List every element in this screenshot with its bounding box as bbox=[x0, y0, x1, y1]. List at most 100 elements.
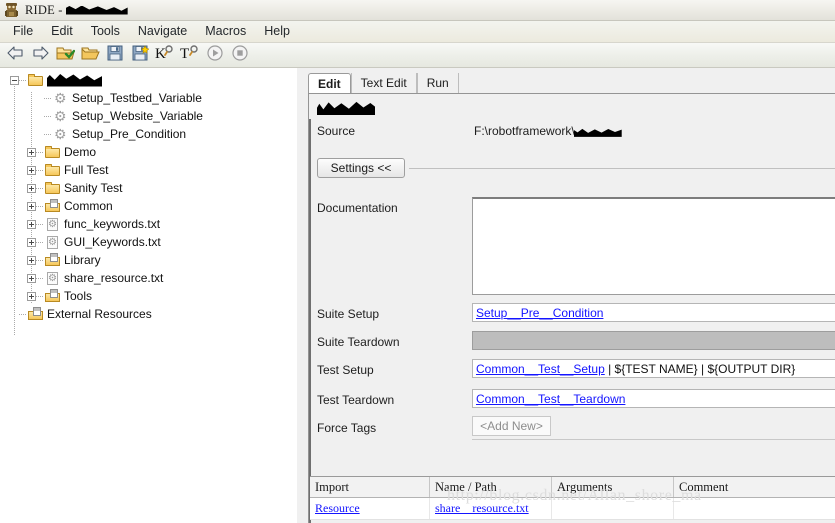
search-tests-icon: T bbox=[180, 44, 200, 66]
tree-item-setup-website-variable[interactable]: Setup_Website_Variable bbox=[0, 107, 297, 125]
settings-toggle-label: Settings << bbox=[330, 161, 392, 175]
redacted-suite-heading bbox=[317, 101, 375, 115]
play-icon bbox=[207, 44, 223, 66]
menu-edit[interactable]: Edit bbox=[42, 22, 82, 41]
expand-toggle-icon[interactable] bbox=[27, 147, 36, 157]
toolbar-stop[interactable] bbox=[228, 44, 252, 66]
tree-item-setup-testbed-variable[interactable]: Setup_Testbed_Variable bbox=[0, 89, 297, 107]
tree-root-suite[interactable] bbox=[0, 71, 297, 89]
settings-toggle-button[interactable]: Settings << bbox=[317, 158, 405, 178]
toolbar-run[interactable] bbox=[203, 44, 227, 66]
suite-setup-input[interactable]: Setup__Pre__Condition bbox=[472, 303, 835, 322]
tab-run[interactable]: Run bbox=[416, 73, 459, 93]
resource-folder-icon bbox=[45, 288, 61, 304]
menu-help[interactable]: Help bbox=[255, 22, 299, 41]
txt-file-icon bbox=[45, 271, 61, 286]
project-tree-pane[interactable]: Setup_Testbed_Variable Setup_Website_Var… bbox=[0, 68, 297, 523]
tree-item-gui-keywords[interactable]: GUI_Keywords.txt bbox=[0, 233, 297, 251]
suite-setup-label: Suite Setup bbox=[317, 307, 380, 321]
resource-folder-icon bbox=[28, 306, 44, 322]
expand-toggle-icon[interactable] bbox=[27, 273, 36, 283]
toolbar-save-all[interactable] bbox=[128, 44, 152, 66]
svg-text:T: T bbox=[180, 46, 189, 61]
robot-icon bbox=[3, 2, 20, 19]
tree-item-label: Setup_Pre_Condition bbox=[72, 126, 187, 141]
editor-tabs: Edit Text Edit Run bbox=[308, 72, 835, 94]
menu-macros[interactable]: Macros bbox=[196, 22, 255, 41]
tree-connector bbox=[36, 151, 44, 153]
tab-edit[interactable]: Edit bbox=[308, 73, 351, 94]
tree-item-label: Common bbox=[64, 198, 113, 213]
tree-item-demo[interactable]: Demo bbox=[0, 143, 297, 161]
redacted-root-label bbox=[47, 74, 102, 87]
project-tree: Setup_Testbed_Variable Setup_Website_Var… bbox=[0, 68, 297, 323]
gear-icon bbox=[53, 108, 69, 124]
expand-toggle-icon[interactable] bbox=[27, 291, 36, 301]
gear-icon bbox=[53, 90, 69, 106]
tree-item-share-resource[interactable]: share_resource.txt bbox=[0, 269, 297, 287]
toolbar-search-tests[interactable]: T bbox=[178, 44, 202, 66]
tree-connector bbox=[36, 223, 44, 225]
force-tags-add-new-button[interactable]: <Add New> bbox=[472, 416, 551, 436]
toolbar-open-test-suite[interactable] bbox=[53, 44, 77, 66]
toolbar-back[interactable] bbox=[3, 44, 27, 66]
test-teardown-value: Common__Test__Teardown bbox=[476, 391, 626, 406]
test-setup-input[interactable]: Common__Test__Setup | ${TEST NAME} | ${O… bbox=[472, 359, 835, 378]
tree-item-library[interactable]: Library bbox=[0, 251, 297, 269]
toolbar-open-directory[interactable] bbox=[78, 44, 102, 66]
import-type-link[interactable]: Resource bbox=[315, 501, 360, 516]
expand-toggle-icon[interactable] bbox=[27, 255, 36, 265]
folder-icon bbox=[45, 145, 61, 160]
cell-import[interactable]: Resource bbox=[310, 498, 430, 519]
tree-connector bbox=[36, 205, 44, 207]
settings-divider bbox=[409, 168, 835, 169]
tree-item-full-test[interactable]: Full Test bbox=[0, 161, 297, 179]
tree-item-label: GUI_Keywords.txt bbox=[64, 234, 161, 249]
expand-toggle-icon[interactable] bbox=[27, 237, 36, 247]
test-teardown-label: Test Teardown bbox=[317, 393, 395, 407]
menu-tools[interactable]: Tools bbox=[82, 22, 129, 41]
test-teardown-input[interactable]: Common__Test__Teardown bbox=[472, 389, 835, 408]
source-row: Source F:\robotframework\ bbox=[317, 124, 832, 142]
toolbar-search-keywords[interactable]: K bbox=[153, 44, 177, 66]
collapse-toggle-icon[interactable] bbox=[10, 75, 19, 85]
expand-toggle-icon[interactable] bbox=[27, 183, 36, 193]
menu-navigate[interactable]: Navigate bbox=[129, 22, 196, 41]
stop-icon bbox=[232, 44, 248, 66]
redacted-suite-name bbox=[65, 5, 128, 15]
tree-item-label: share_resource.txt bbox=[64, 270, 164, 285]
documentation-label: Documentation bbox=[317, 201, 398, 215]
tree-connector bbox=[36, 241, 44, 243]
tree-item-sanity-test[interactable]: Sanity Test bbox=[0, 179, 297, 197]
folder-icon bbox=[45, 181, 61, 196]
suite-setup-value: Setup__Pre__Condition bbox=[476, 305, 604, 320]
redacted-source-segment bbox=[573, 128, 622, 137]
expand-toggle-icon[interactable] bbox=[27, 201, 36, 211]
toolbar-forward[interactable] bbox=[28, 44, 52, 66]
expand-toggle-icon[interactable] bbox=[27, 219, 36, 229]
forward-arrow-icon bbox=[32, 45, 49, 65]
tab-text-edit[interactable]: Text Edit bbox=[350, 73, 417, 93]
tree-item-func-keywords[interactable]: func_keywords.txt bbox=[0, 215, 297, 233]
documentation-input[interactable] bbox=[472, 197, 835, 295]
tree-item-label: Sanity Test bbox=[64, 180, 123, 195]
tree-item-label: External Resources bbox=[47, 306, 152, 321]
tree-connector bbox=[36, 295, 44, 297]
source-label: Source bbox=[317, 124, 356, 138]
tab-label: Run bbox=[426, 76, 449, 90]
tree-item-label: Demo bbox=[64, 144, 97, 159]
force-tags-add-new-label: <Add New> bbox=[480, 419, 543, 433]
gear-icon bbox=[53, 126, 69, 142]
expand-toggle-icon[interactable] bbox=[27, 165, 36, 175]
tree-item-external-resources[interactable]: External Resources bbox=[0, 305, 297, 323]
tree-item-common[interactable]: Common bbox=[0, 197, 297, 215]
suite-teardown-input[interactable] bbox=[472, 331, 835, 350]
search-keyword-icon: K bbox=[155, 44, 175, 66]
tree-connector bbox=[36, 277, 44, 279]
window-title: RIDE - bbox=[25, 3, 128, 18]
tree-item-tools[interactable]: Tools bbox=[0, 287, 297, 305]
toolbar-save[interactable] bbox=[103, 44, 127, 66]
menu-file[interactable]: File bbox=[4, 22, 42, 41]
tree-item-setup-pre-condition[interactable]: Setup_Pre_Condition bbox=[0, 125, 297, 143]
tree-connector bbox=[36, 259, 44, 261]
